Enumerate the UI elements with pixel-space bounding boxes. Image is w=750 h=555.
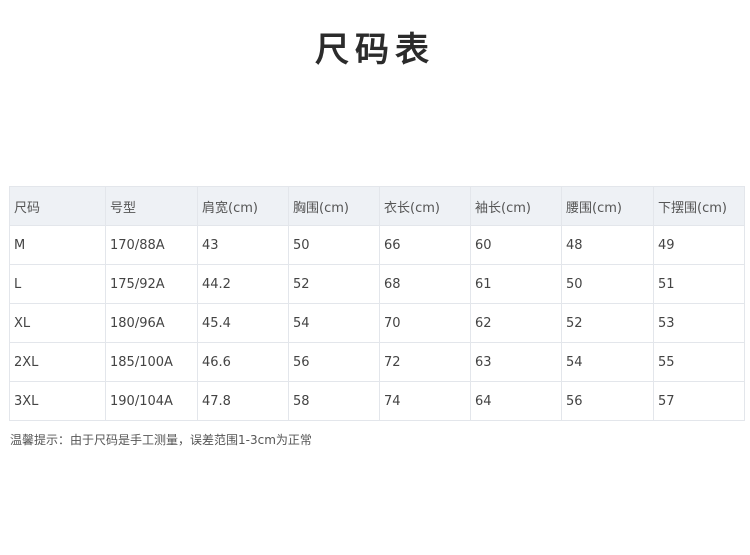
table-row: L 175/92A 44.2 52 68 61 50 51 (9, 264, 745, 304)
table-cell: 51 (653, 264, 745, 304)
size-chart-table: 尺码 号型 肩宽(cm) 胸围(cm) 衣长(cm) 袖长(cm) 腰围(cm)… (9, 186, 745, 421)
table-cell: 55 (653, 342, 745, 382)
table-cell: 2XL (9, 342, 106, 382)
table-row: 2XL 185/100A 46.6 56 72 63 54 55 (9, 342, 745, 382)
table-cell: 56 (288, 342, 380, 382)
table-cell: XL (9, 303, 106, 343)
table-cell: 53 (653, 303, 745, 343)
table-cell: 64 (470, 381, 562, 421)
table-cell: 60 (470, 225, 562, 265)
table-cell: 72 (379, 342, 471, 382)
header-waist: 腰围(cm) (561, 186, 654, 226)
header-sleeve: 袖长(cm) (470, 186, 562, 226)
table-cell: 52 (288, 264, 380, 304)
table-cell: 46.6 (197, 342, 289, 382)
table-row: XL 180/96A 45.4 54 70 62 52 53 (9, 303, 745, 343)
table-cell: 56 (561, 381, 654, 421)
table-cell: 50 (288, 225, 380, 265)
table-cell: 54 (288, 303, 380, 343)
table-cell: 58 (288, 381, 380, 421)
header-model: 号型 (105, 186, 198, 226)
table-row: M 170/88A 43 50 66 60 48 49 (9, 225, 745, 265)
table-cell: 70 (379, 303, 471, 343)
table-cell: L (9, 264, 106, 304)
header-shoulder: 肩宽(cm) (197, 186, 289, 226)
header-length: 衣长(cm) (379, 186, 471, 226)
table-cell: 68 (379, 264, 471, 304)
table-cell: 175/92A (105, 264, 198, 304)
table-cell: 49 (653, 225, 745, 265)
table-cell: 3XL (9, 381, 106, 421)
table-cell: 180/96A (105, 303, 198, 343)
table-cell: 44.2 (197, 264, 289, 304)
table-cell: 66 (379, 225, 471, 265)
table-cell: 62 (470, 303, 562, 343)
table-cell: 185/100A (105, 342, 198, 382)
table-cell: 63 (470, 342, 562, 382)
page-title: 尺码表 (315, 30, 435, 70)
table-cell: 57 (653, 381, 745, 421)
table-cell: 52 (561, 303, 654, 343)
header-hem: 下摆围(cm) (653, 186, 745, 226)
header-chest: 胸围(cm) (288, 186, 380, 226)
table-cell: M (9, 225, 106, 265)
table-cell: 45.4 (197, 303, 289, 343)
table-cell: 47.8 (197, 381, 289, 421)
table-cell: 61 (470, 264, 562, 304)
table-cell: 50 (561, 264, 654, 304)
table-row: 3XL 190/104A 47.8 58 74 64 56 57 (9, 381, 745, 421)
table-cell: 190/104A (105, 381, 198, 421)
table-header-row: 尺码 号型 肩宽(cm) 胸围(cm) 衣长(cm) 袖长(cm) 腰围(cm)… (9, 186, 745, 226)
table-cell: 170/88A (105, 225, 198, 265)
table-cell: 48 (561, 225, 654, 265)
table-cell: 54 (561, 342, 654, 382)
measurement-note: 温馨提示：由于尺码是手工测量，误差范围1-3cm为正常 (10, 433, 312, 447)
table-cell: 43 (197, 225, 289, 265)
header-size: 尺码 (9, 186, 106, 226)
table-cell: 74 (379, 381, 471, 421)
